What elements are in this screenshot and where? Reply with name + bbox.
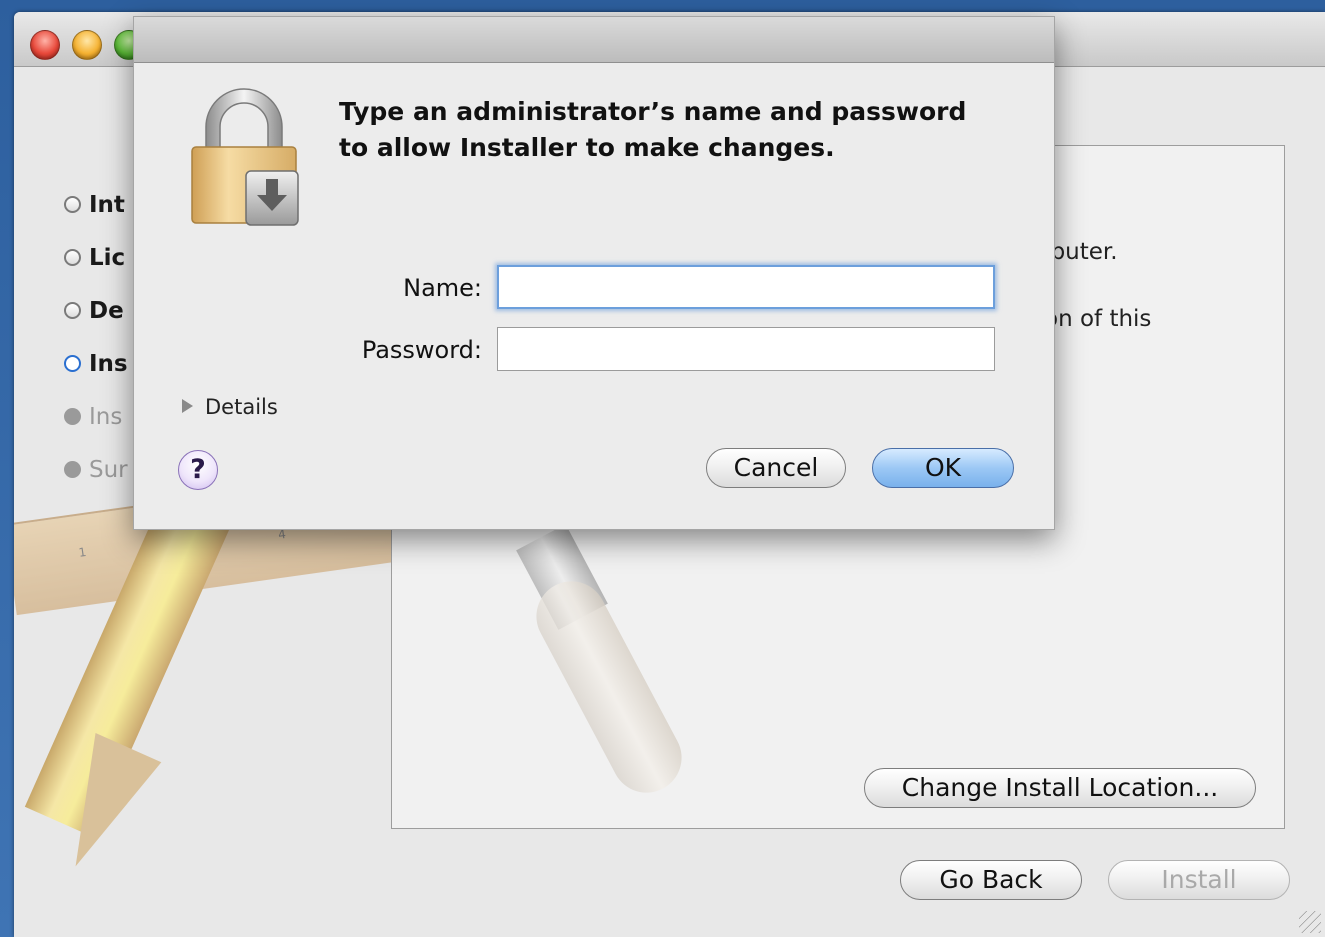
step-pending-icon bbox=[64, 461, 81, 478]
prompt-line: to allow Installer to make changes. bbox=[339, 133, 835, 162]
go-back-button[interactable]: Go Back bbox=[900, 860, 1082, 900]
step-label: De bbox=[89, 298, 124, 324]
step-installation-type: Ins bbox=[64, 351, 128, 377]
ok-button[interactable]: OK bbox=[872, 448, 1014, 488]
step-label: Sur bbox=[89, 457, 128, 483]
help-button[interactable]: ? bbox=[178, 450, 218, 490]
content-text-line: on of this bbox=[1044, 306, 1152, 332]
ruler-number: 1 bbox=[77, 544, 88, 560]
disclosure-triangle-icon bbox=[182, 399, 193, 413]
step-active-icon bbox=[64, 355, 81, 372]
step-label: Lic bbox=[89, 245, 126, 271]
change-install-location-button[interactable]: Change Install Location... bbox=[864, 768, 1256, 808]
password-label: Password: bbox=[361, 336, 482, 364]
step-installation: Ins bbox=[64, 404, 122, 430]
cancel-button[interactable]: Cancel bbox=[706, 448, 846, 488]
step-introduction: Int bbox=[64, 192, 125, 218]
step-label: Ins bbox=[89, 404, 123, 430]
name-label: Name: bbox=[403, 274, 482, 302]
step-license: Lic bbox=[64, 245, 125, 271]
prompt-line: Type an administrator’s name and passwor… bbox=[339, 97, 967, 126]
password-field[interactable] bbox=[497, 327, 995, 371]
step-summary: Sur bbox=[64, 457, 128, 483]
step-label: Ins bbox=[89, 351, 128, 377]
minimize-window-button[interactable] bbox=[72, 30, 102, 60]
details-label: Details bbox=[205, 395, 278, 419]
close-window-button[interactable] bbox=[30, 30, 60, 60]
step-done-icon bbox=[64, 196, 81, 213]
step-label: Int bbox=[89, 192, 125, 218]
sheet-title-bar bbox=[134, 17, 1054, 63]
step-done-icon bbox=[64, 249, 81, 266]
install-button[interactable]: Install bbox=[1108, 860, 1290, 900]
name-field[interactable] bbox=[497, 265, 995, 309]
details-disclosure[interactable]: Details bbox=[182, 395, 278, 419]
resize-grip-icon[interactable] bbox=[1299, 911, 1321, 933]
authentication-prompt: Type an administrator’s name and passwor… bbox=[339, 94, 1019, 166]
step-done-icon bbox=[64, 302, 81, 319]
authentication-sheet: Type an administrator’s name and passwor… bbox=[133, 16, 1055, 530]
step-pending-icon bbox=[64, 408, 81, 425]
step-destination: De bbox=[64, 298, 124, 324]
lock-icon bbox=[191, 88, 299, 226]
